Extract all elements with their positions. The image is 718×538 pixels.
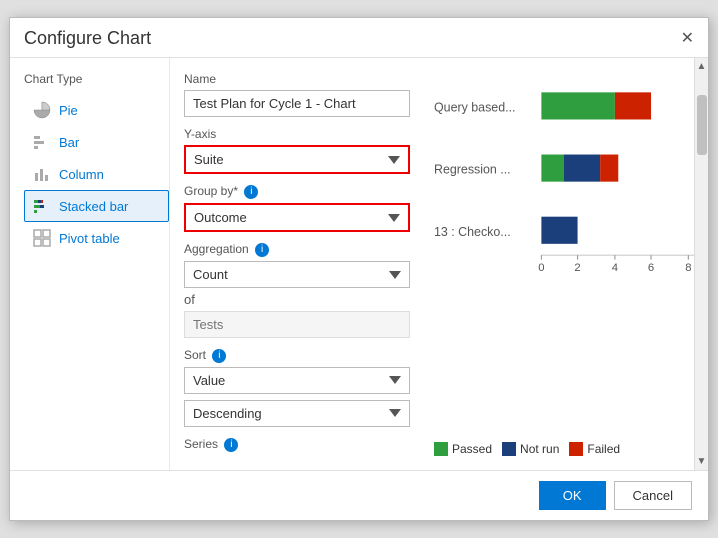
bar-notrun-2 bbox=[541, 217, 577, 244]
legend-passed: Passed bbox=[434, 442, 492, 456]
chart-preview-panel: Query based... Regression ... 13 : Check… bbox=[424, 58, 694, 469]
bar-passed-0 bbox=[541, 93, 614, 120]
legend-failed-label: Failed bbox=[587, 442, 620, 456]
chart-type-pivot-table[interactable]: Pivot table bbox=[24, 222, 169, 254]
svg-text:4: 4 bbox=[612, 262, 618, 274]
sort-order-select[interactable]: Descending bbox=[184, 400, 410, 427]
sort-field-label: Sort i bbox=[184, 348, 410, 363]
svg-text:Query based...: Query based... bbox=[434, 101, 515, 115]
dialog-footer: OK Cancel bbox=[10, 470, 708, 520]
sort-info-icon[interactable]: i bbox=[212, 349, 226, 363]
svg-text:13 : Checko...: 13 : Checko... bbox=[434, 225, 511, 239]
svg-text:Regression ...: Regression ... bbox=[434, 163, 511, 177]
stacked-bar-label: Stacked bar bbox=[59, 199, 128, 214]
chart-legend: Passed Not run Failed bbox=[434, 442, 694, 456]
aggregation-info-icon[interactable]: i bbox=[255, 243, 269, 257]
name-input[interactable] bbox=[184, 90, 410, 117]
chart-type-column[interactable]: Column bbox=[24, 158, 169, 190]
ok-button[interactable]: OK bbox=[539, 481, 606, 510]
svg-text:6: 6 bbox=[648, 262, 654, 274]
cancel-button[interactable]: Cancel bbox=[614, 481, 692, 510]
bar-failed-0 bbox=[615, 93, 651, 120]
column-icon bbox=[33, 165, 51, 183]
pie-icon bbox=[33, 101, 51, 119]
dialog-title: Configure Chart bbox=[24, 28, 151, 49]
of-input bbox=[184, 311, 410, 338]
legend-passed-color bbox=[434, 442, 448, 456]
legend-notrun-color bbox=[502, 442, 516, 456]
bar-passed-1 bbox=[541, 155, 564, 182]
pie-label: Pie bbox=[59, 103, 78, 118]
pivot-table-label: Pivot table bbox=[59, 231, 120, 246]
y-axis-field-label: Y-axis bbox=[184, 127, 410, 141]
chart-type-bar[interactable]: Bar bbox=[24, 126, 169, 158]
name-field-label: Name bbox=[184, 72, 410, 86]
pivot-table-icon bbox=[33, 229, 51, 247]
legend-failed-color bbox=[569, 442, 583, 456]
chart-svg: Query based... Regression ... 13 : Check… bbox=[434, 72, 694, 309]
bar-failed-1 bbox=[600, 155, 618, 182]
svg-text:0: 0 bbox=[538, 262, 544, 274]
chart-type-panel: Chart Type Pie bbox=[10, 58, 170, 469]
chart-area: Query based... Regression ... 13 : Check… bbox=[434, 72, 694, 435]
sort-value-select[interactable]: Value bbox=[184, 367, 410, 394]
chart-type-label: Chart Type bbox=[24, 72, 169, 86]
config-panel: Name Y-axis Suite Group by* i Outcome Ag… bbox=[170, 58, 424, 469]
group-by-select[interactable]: Outcome bbox=[184, 203, 410, 232]
y-axis-select[interactable]: Suite bbox=[184, 145, 410, 174]
legend-failed: Failed bbox=[569, 442, 620, 456]
close-button[interactable]: ✕ bbox=[681, 31, 694, 47]
legend-notrun: Not run bbox=[502, 442, 559, 456]
column-label: Column bbox=[59, 167, 104, 182]
svg-text:8: 8 bbox=[685, 262, 691, 274]
legend-notrun-label: Not run bbox=[520, 442, 559, 456]
svg-text:2: 2 bbox=[574, 262, 580, 274]
aggregation-field-label: Aggregation i bbox=[184, 242, 410, 257]
group-by-field-label: Group by* i bbox=[184, 184, 410, 199]
bar-notrun-1 bbox=[564, 155, 600, 182]
scroll-down-arrow[interactable]: ▼ bbox=[694, 453, 710, 470]
scroll-thumb[interactable] bbox=[697, 95, 707, 155]
chart-type-pie[interactable]: Pie bbox=[24, 94, 169, 126]
group-by-info-icon[interactable]: i bbox=[244, 185, 258, 199]
bar-icon bbox=[33, 133, 51, 151]
chart-type-stacked-bar[interactable]: Stacked bar bbox=[24, 190, 169, 222]
bar-label: Bar bbox=[59, 135, 79, 150]
aggregation-select[interactable]: Count bbox=[184, 261, 410, 288]
configure-chart-dialog: Configure Chart ✕ Chart Type Pie bbox=[9, 17, 709, 520]
scroll-up-arrow[interactable]: ▲ bbox=[694, 58, 710, 75]
stacked-bar-icon bbox=[33, 197, 51, 215]
scrollbar: ▲ ▼ bbox=[694, 58, 708, 469]
legend-passed-label: Passed bbox=[452, 442, 492, 456]
dialog-body: Chart Type Pie bbox=[10, 58, 708, 469]
series-info-icon[interactable]: i bbox=[224, 438, 238, 452]
of-label: of bbox=[184, 292, 410, 307]
title-bar: Configure Chart ✕ bbox=[10, 18, 708, 58]
series-field-label: Series i bbox=[184, 437, 410, 452]
